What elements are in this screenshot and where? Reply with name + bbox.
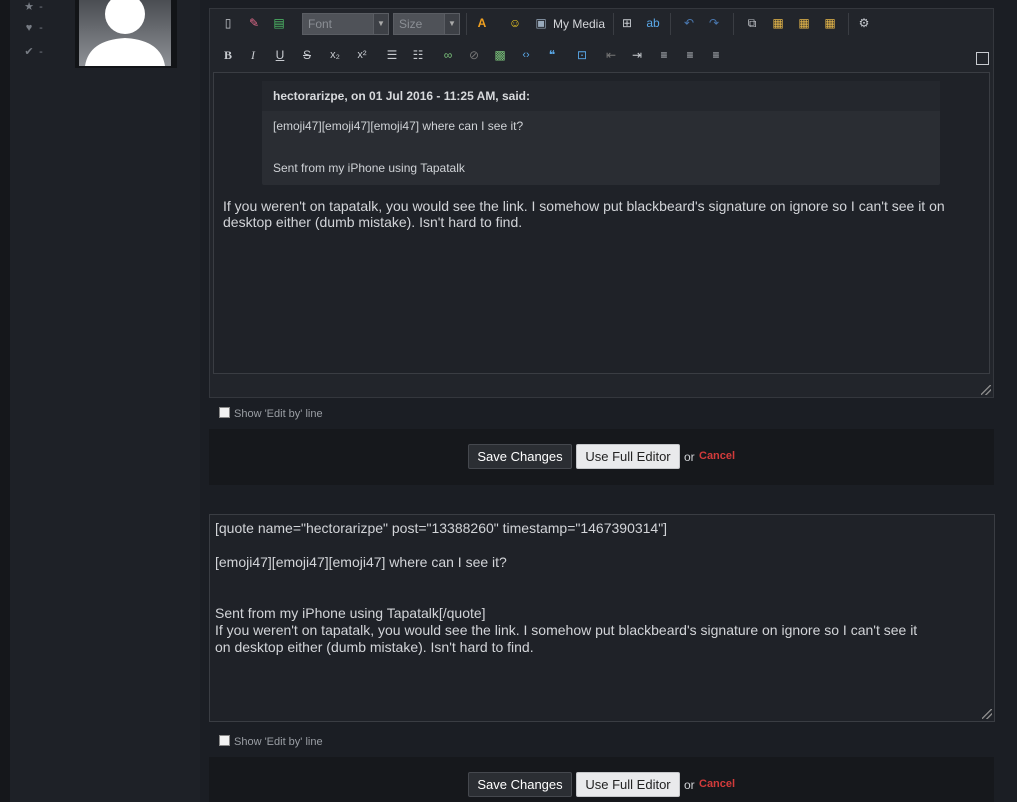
quote-citation: hectorarizpe, on 01 Jul 2016 - 11:25 AM,…	[262, 81, 940, 111]
quote-block: hectorarizpe, on 01 Jul 2016 - 11:25 AM,…	[262, 81, 940, 185]
toolbar-separator	[848, 13, 849, 35]
remove-format-icon[interactable]: ✎	[245, 14, 263, 32]
align-right-icon[interactable]: ≡	[707, 46, 725, 64]
chevron-down-icon: ▼	[444, 14, 459, 34]
left-edge	[0, 0, 10, 802]
resize-handle-icon[interactable]	[981, 385, 991, 395]
resize-handle-icon[interactable]	[982, 709, 992, 719]
my-media-button[interactable]: My Media	[553, 15, 605, 33]
profile-column: ★ - ♥ - ✔ -	[10, 0, 200, 802]
edit-by-label: Show 'Edit by' line	[234, 736, 323, 748]
subscript-icon[interactable]: x₂	[326, 46, 344, 64]
heart-icon: ♥	[25, 22, 33, 34]
link-icon[interactable]: ∞	[439, 46, 457, 64]
user-silhouette-icon	[85, 0, 165, 66]
textarea-line: If you weren't on tapatalk, you would se…	[215, 622, 918, 638]
stat-value: -	[39, 46, 43, 58]
bbcode-textarea[interactable]: [quote name="hectorarizpe" post="1338826…	[209, 514, 995, 722]
or-text: or	[684, 450, 695, 464]
edit-by-checkbox-row[interactable]: Show 'Edit by' line	[219, 735, 323, 748]
strikethrough-icon[interactable]: S	[298, 46, 316, 64]
toolbar-separator	[613, 13, 614, 35]
align-center-icon[interactable]: ≡	[681, 46, 699, 64]
numbered-list-icon[interactable]: ☷	[409, 46, 427, 64]
settings-icon[interactable]: ⚙	[855, 14, 873, 32]
editor-content-area[interactable]: hectorarizpe, on 01 Jul 2016 - 11:25 AM,…	[213, 72, 990, 374]
bold-icon[interactable]: B	[219, 46, 237, 64]
stat-value: -	[39, 22, 43, 34]
or-text: or	[684, 778, 695, 792]
maximize-icon[interactable]	[976, 52, 989, 65]
avatar-frame	[75, 0, 177, 68]
unlink-icon[interactable]: ⊘	[465, 46, 483, 64]
copy-icon[interactable]: ⧉	[743, 14, 761, 32]
find-icon[interactable]: ⊞	[618, 14, 636, 32]
spellcheck-icon[interactable]: ab	[644, 14, 662, 32]
chevron-down-icon: ▼	[373, 14, 388, 34]
quote-line: [emoji47][emoji47][emoji47] where can I …	[273, 119, 524, 133]
superscript-icon[interactable]: x²	[353, 46, 371, 64]
quote-icon[interactable]: ❝	[543, 46, 561, 64]
textarea-line: on desktop either (dumb mistake). Isn't …	[215, 639, 534, 655]
reply-text: If you weren't on tapatalk, you would se…	[223, 198, 945, 230]
avatar[interactable]	[79, 0, 171, 66]
action-bar: Save Changes Use Full Editor or Cancel	[209, 429, 994, 485]
use-full-editor-button[interactable]: Use Full Editor	[576, 772, 680, 797]
textarea-line: [quote name="hectorarizpe" post="1338826…	[215, 520, 668, 536]
stat-stars: ★ -	[22, 0, 43, 13]
toolbar-separator	[733, 13, 734, 35]
quote-line: Sent from my iPhone using Tapatalk	[273, 161, 465, 175]
use-full-editor-button[interactable]: Use Full Editor	[576, 444, 680, 469]
edit-by-checkbox[interactable]	[219, 407, 230, 418]
check-icon: ✔	[24, 46, 34, 58]
toolbar-separator	[466, 13, 467, 35]
textarea-line: [emoji47][emoji47][emoji47] where can I …	[215, 554, 507, 570]
font-select-label: Font	[308, 17, 333, 31]
bullet-list-icon[interactable]: ☰	[383, 46, 401, 64]
toolbar-separator	[670, 13, 671, 35]
align-left-icon[interactable]: ≡	[655, 46, 673, 64]
paste-text-icon[interactable]: ▦	[795, 14, 813, 32]
emoticon-icon[interactable]: ☺	[506, 14, 524, 32]
size-select[interactable]: Size ▼	[393, 13, 460, 35]
textarea-line: Sent from my iPhone using Tapatalk[/quot…	[215, 605, 486, 621]
media-icon[interactable]: ▣	[532, 14, 550, 32]
stat-checks: ✔ -	[22, 45, 43, 58]
save-changes-button[interactable]: Save Changes	[468, 772, 572, 797]
stat-value: -	[39, 1, 43, 13]
source-toggle-icon[interactable]: ▯	[219, 14, 237, 32]
rich-text-editor: ▯ ✎ ▤ Font ▼ Size ▼ A ☺ ▣ My Media ⊞ ab …	[209, 8, 994, 398]
outdent-icon[interactable]: ⇤	[602, 46, 620, 64]
font-select[interactable]: Font ▼	[302, 13, 389, 35]
text-color-icon[interactable]: A	[473, 14, 491, 32]
underline-icon[interactable]: U	[271, 46, 289, 64]
cancel-link[interactable]: Cancel	[699, 778, 735, 790]
stat-hearts: ♥ -	[22, 22, 43, 34]
edit-by-label: Show 'Edit by' line	[234, 408, 323, 420]
horizontal-rule-icon[interactable]: ▤	[270, 14, 288, 32]
save-changes-button[interactable]: Save Changes	[468, 444, 572, 469]
action-bar: Save Changes Use Full Editor or Cancel	[209, 757, 994, 802]
cancel-link[interactable]: Cancel	[699, 450, 735, 462]
twitter-icon[interactable]: ⊡	[573, 46, 591, 64]
undo-icon[interactable]: ↶	[680, 14, 698, 32]
paste-word-icon[interactable]: ▦	[821, 14, 839, 32]
redo-icon[interactable]: ↷	[705, 14, 723, 32]
code-icon[interactable]: ‹›	[517, 46, 535, 64]
paste-icon[interactable]: ▦	[769, 14, 787, 32]
italic-icon[interactable]: I	[244, 46, 262, 64]
edit-by-checkbox-row[interactable]: Show 'Edit by' line	[219, 407, 323, 420]
image-icon[interactable]: ▩	[491, 46, 509, 64]
star-icon: ★	[24, 1, 34, 13]
size-select-label: Size	[399, 17, 423, 31]
edit-by-checkbox[interactable]	[219, 735, 230, 746]
indent-icon[interactable]: ⇥	[628, 46, 646, 64]
